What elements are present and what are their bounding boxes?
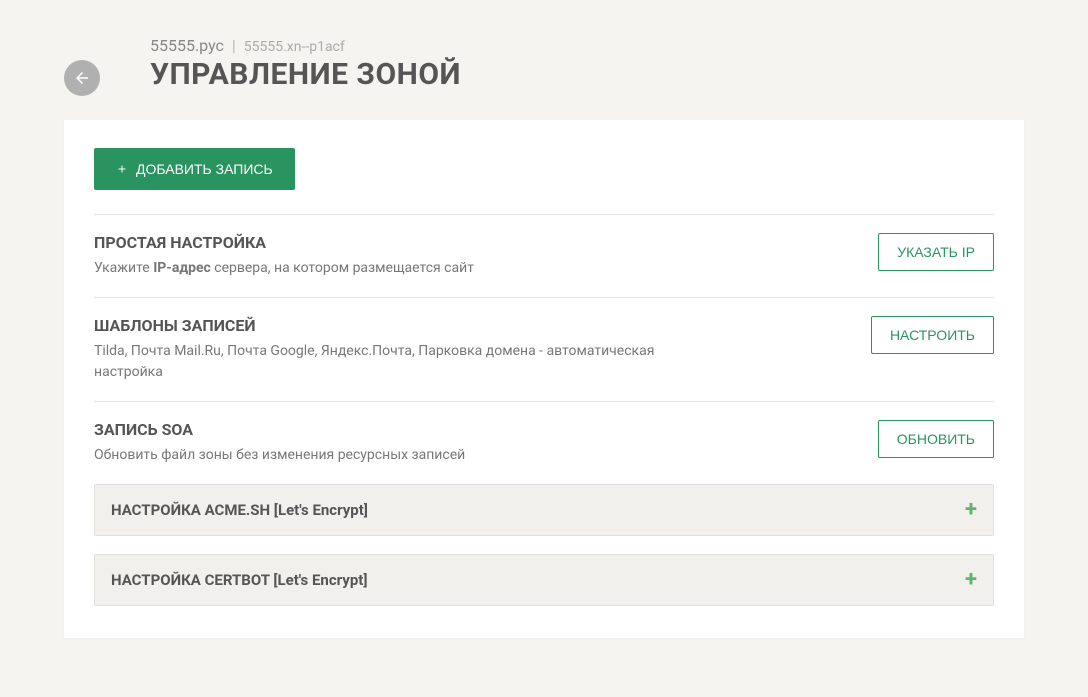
accordion-title: НАСТРОЙКА ACME.SH [Let's Encrypt] [111, 501, 368, 519]
configure-button[interactable]: НАСТРОИТЬ [871, 316, 994, 354]
section-soa-record: ЗАПИСЬ SOA Обновить файл зоны без измене… [94, 401, 994, 484]
domain-separator: | [232, 36, 236, 55]
section-simple-setup: ПРОСТАЯ НАСТРОЙКА Укажите IP-адрес серве… [94, 214, 994, 297]
domain-breadcrumb: 55555.рус | 55555.xn--p1acf [150, 36, 461, 55]
section-title: ПРОСТАЯ НАСТРОЙКА [94, 233, 858, 252]
domain-display: 55555.рус [150, 36, 224, 55]
zone-card: ДОБАВИТЬ ЗАПИСЬ ПРОСТАЯ НАСТРОЙКА Укажит… [64, 120, 1024, 638]
accordion-acme-sh[interactable]: НАСТРОЙКА ACME.SH [Let's Encrypt] + [94, 484, 994, 536]
accordion-certbot[interactable]: НАСТРОЙКА CERTBOT [Let's Encrypt] + [94, 554, 994, 606]
back-button[interactable] [64, 60, 100, 96]
section-title: ШАБЛОНЫ ЗАПИСЕЙ [94, 316, 851, 335]
add-record-button[interactable]: ДОБАВИТЬ ЗАПИСЬ [94, 148, 295, 190]
section-description: Укажите IP-адрес сервера, на котором раз… [94, 258, 694, 279]
section-description: Обновить файл зоны без изменения ресурсн… [94, 445, 694, 466]
section-record-templates: ШАБЛОНЫ ЗАПИСЕЙ Tilda, Почта Mail.Ru, По… [94, 297, 994, 401]
expand-icon: + [965, 499, 977, 521]
accordion-title: НАСТРОЙКА CERTBOT [Let's Encrypt] [111, 571, 368, 589]
update-button[interactable]: ОБНОВИТЬ [878, 420, 994, 458]
section-title: ЗАПИСЬ SOA [94, 420, 858, 439]
domain-punycode: 55555.xn--p1acf [244, 39, 345, 55]
add-record-label: ДОБАВИТЬ ЗАПИСЬ [136, 161, 273, 177]
section-description: Tilda, Почта Mail.Ru, Почта Google, Янде… [94, 341, 694, 383]
expand-icon: + [965, 569, 977, 591]
arrow-left-icon [73, 69, 91, 87]
plus-icon [116, 163, 128, 175]
page-title: УПРАВЛЕНИЕ ЗОНОЙ [150, 57, 461, 92]
specify-ip-button[interactable]: УКАЗАТЬ IP [878, 233, 994, 271]
